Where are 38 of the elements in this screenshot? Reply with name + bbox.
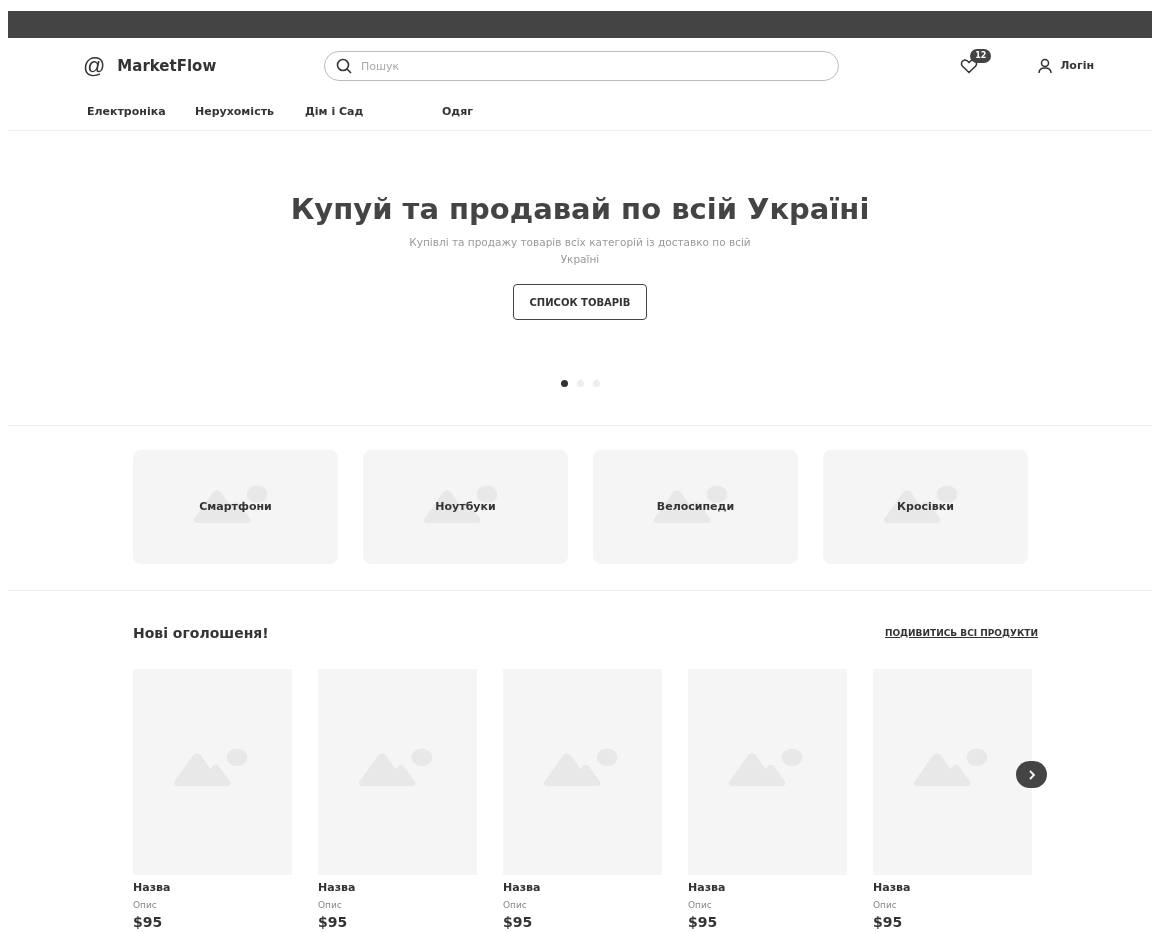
heart-icon[interactable]: [960, 58, 979, 74]
product-description: Опис: [318, 898, 343, 912]
category-card[interactable]: Смартфони: [133, 450, 338, 564]
nav-link[interactable]: Одяг: [442, 103, 522, 121]
product-price: $95: [688, 913, 719, 931]
nav-link[interactable]: Дім і Сад: [305, 103, 442, 121]
product-name: Назва: [503, 880, 542, 896]
nav-link[interactable]: Нерухомість: [195, 103, 305, 121]
product-price: $95: [318, 913, 349, 931]
product-name: Назва: [688, 880, 727, 896]
user-icon: [1038, 58, 1053, 74]
category-card[interactable]: Велосипеди: [593, 450, 798, 564]
product-price: $95: [133, 913, 164, 931]
hero-subtitle: Купівлі та продажу товарів всіх категорій із доставко по всій Україні: [408, 235, 752, 267]
section-title: Нові оголошеня!: [133, 624, 269, 643]
product-list-button[interactable]: СПИСОК ТОВАРІВ: [513, 284, 647, 320]
category-card[interactable]: Ноутбуки: [363, 450, 568, 564]
product-description: Опис: [688, 898, 713, 912]
category-card[interactable]: Кросівки: [823, 450, 1028, 564]
search-field[interactable]: Пошук: [324, 51, 839, 81]
search-icon: [336, 58, 352, 74]
brand-name[interactable]: MarketFlow: [117, 54, 217, 78]
favorites-count-badge: 12: [970, 49, 992, 63]
product-price: $95: [503, 913, 534, 931]
hero-title: Купуй та продавай по всій Україні: [290, 195, 870, 224]
product-name: Назва: [133, 880, 172, 896]
next-arrow-button[interactable]: [1016, 761, 1047, 788]
product-name: Назва: [873, 880, 912, 896]
nav-link[interactable]: Електроніка: [87, 103, 195, 121]
login-button[interactable]: Логін: [1038, 57, 1094, 75]
chevron-right-icon: [1027, 769, 1036, 780]
product-description: Опис: [873, 898, 898, 912]
product-description: Опис: [133, 898, 158, 912]
logo-icon[interactable]: @: [83, 55, 106, 77]
product-description: Опис: [503, 898, 528, 912]
view-all-link[interactable]: ПОДИВИТИСЬ ВСІ ПРОДУКТИ: [884, 626, 1038, 641]
product-name: Назва: [318, 880, 357, 896]
product-price: $95: [873, 913, 904, 931]
